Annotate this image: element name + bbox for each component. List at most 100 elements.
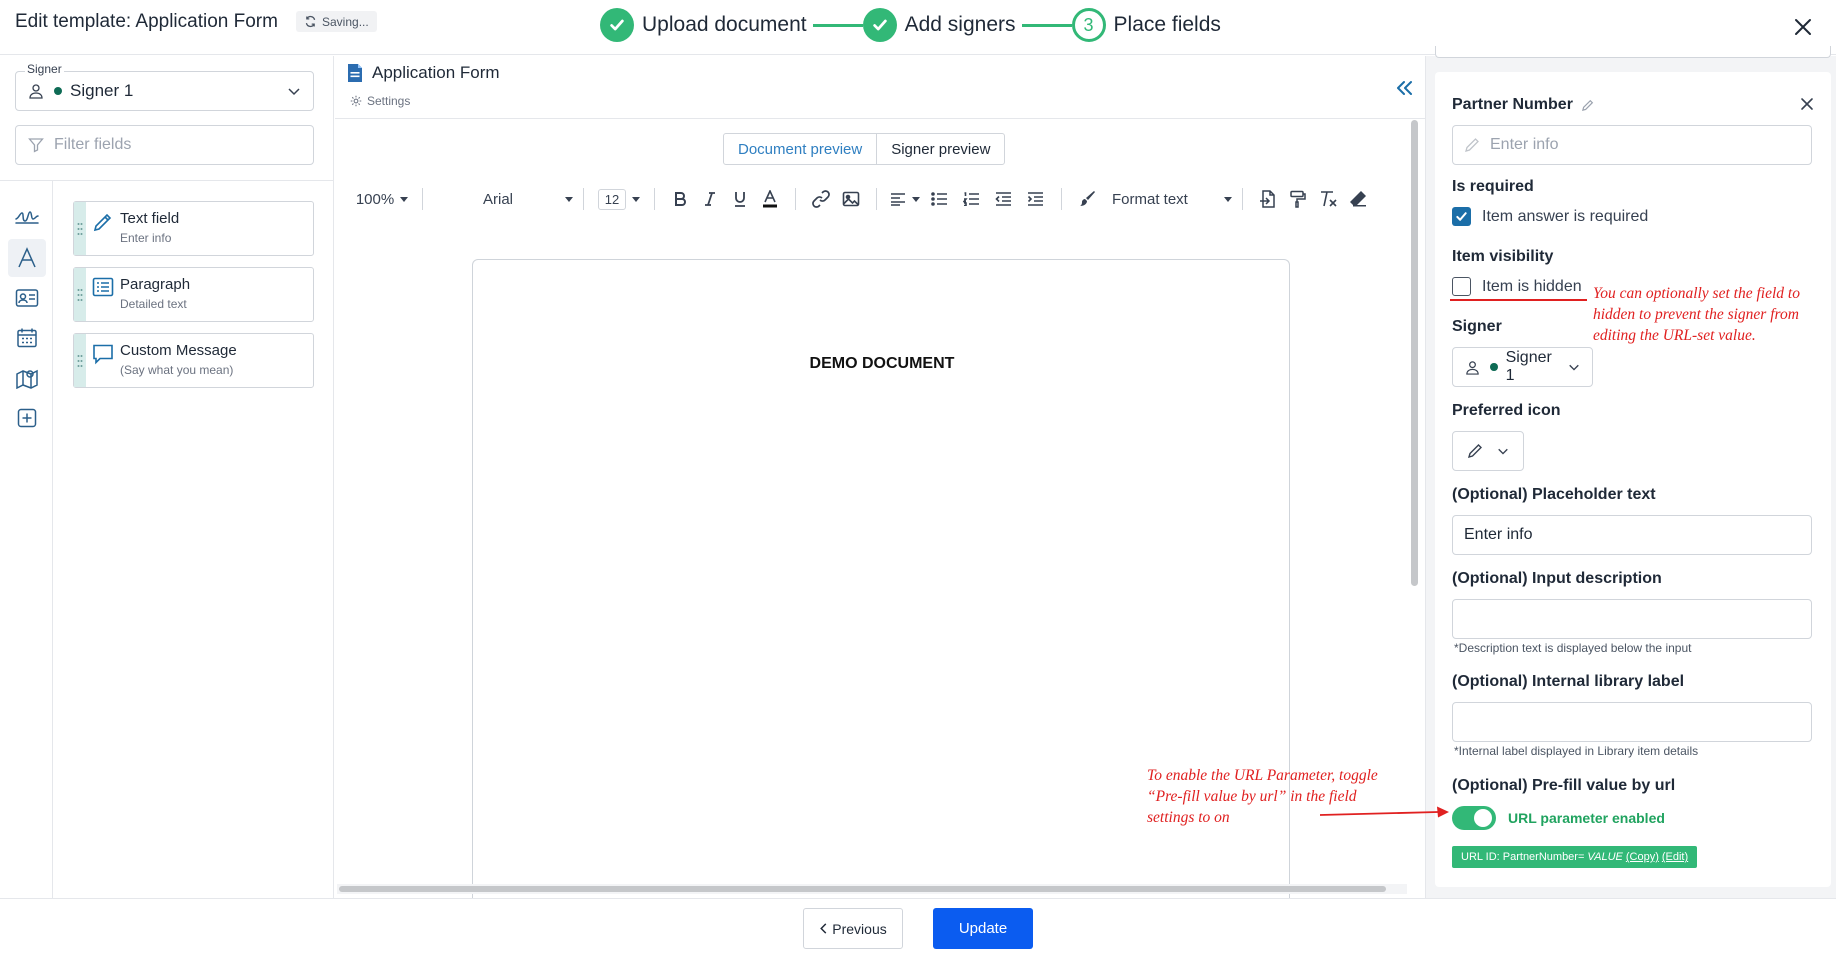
filter-fields-input[interactable]: [54, 136, 294, 154]
checkbox-unchecked-icon[interactable]: [1452, 277, 1471, 296]
step-number-badge: 3: [1071, 8, 1106, 42]
field-description: Enter info: [120, 231, 172, 245]
font-family-select[interactable]: Arial: [433, 185, 573, 213]
settings-link[interactable]: Settings: [350, 94, 410, 108]
paint-roller-icon[interactable]: [1283, 185, 1313, 213]
paragraph-icon: [86, 268, 120, 321]
saving-label: Saving...: [322, 14, 369, 29]
form-title-text: Application Form: [372, 63, 500, 82]
edit-url-link[interactable]: (Edit): [1662, 851, 1688, 863]
scrollbar-thumb[interactable]: [339, 886, 1386, 892]
calendar-icon[interactable]: [8, 319, 46, 357]
check-icon: [600, 8, 634, 42]
export-icon[interactable]: [1253, 185, 1283, 213]
drag-handle-icon[interactable]: [74, 202, 86, 255]
toolbar-separator: [583, 188, 584, 210]
field-signer-select[interactable]: Signer 1: [1452, 347, 1593, 387]
input-description-input[interactable]: [1452, 599, 1812, 639]
add-icon[interactable]: [8, 399, 46, 437]
url-id-badge: URL ID: PartnerNumber= VALUE (Copy) (Edit…: [1452, 846, 1698, 868]
collapse-panel-icon[interactable]: [1394, 78, 1414, 98]
clear-format-icon[interactable]: [1313, 185, 1343, 213]
edit-pencil-icon[interactable]: [1581, 99, 1594, 112]
hidden-checkbox-row[interactable]: Item is hidden: [1452, 277, 1582, 296]
indent-icon[interactable]: [1019, 185, 1051, 213]
link-icon[interactable]: [806, 185, 836, 213]
horizontal-scrollbar[interactable]: [337, 884, 1407, 894]
field-item-text-field[interactable]: Text field Enter info: [73, 201, 314, 256]
field-item-custom-message[interactable]: Custom Message (Say what you mean): [73, 333, 314, 388]
internal-library-heading: (Optional) Internal library label: [1452, 673, 1685, 690]
outdent-icon[interactable]: [987, 185, 1019, 213]
field-description: (Say what you mean): [120, 363, 234, 377]
contact-card-icon[interactable]: [8, 279, 46, 317]
drag-handle-icon[interactable]: [74, 268, 86, 321]
signer-select[interactable]: Signer 1: [15, 71, 314, 111]
required-checkbox-row[interactable]: Item answer is required: [1452, 207, 1648, 226]
input-description-note: *Description text is displayed below the…: [1454, 641, 1692, 655]
url-parameter-toggle[interactable]: [1452, 806, 1496, 830]
format-text-select[interactable]: Format text: [1102, 185, 1232, 213]
close-icon[interactable]: [1790, 14, 1816, 40]
update-button[interactable]: Update: [933, 908, 1033, 949]
placeholder-heading: (Optional) Placeholder text: [1452, 486, 1656, 503]
saving-status-badge: Saving...: [296, 11, 377, 32]
bold-icon[interactable]: [665, 185, 695, 213]
caret-icon: [1224, 196, 1232, 202]
eraser-icon[interactable]: [1343, 185, 1373, 213]
font-family-value: Arial: [482, 190, 513, 208]
underline-icon[interactable]: [725, 185, 755, 213]
zoom-select[interactable]: 100%: [352, 185, 412, 213]
filter-fields-box[interactable]: [15, 125, 314, 165]
editor-toolbar: 100% Arial 12 Format text: [352, 182, 1412, 216]
zoom-value: 100%: [355, 190, 395, 208]
step-upload-document[interactable]: Upload document: [642, 13, 807, 37]
toolbar-separator: [795, 188, 796, 210]
preview-mode-toggle: Document preview Signer preview: [723, 133, 1006, 165]
tab-signer-preview[interactable]: Signer preview: [877, 134, 1004, 164]
caret-icon: [912, 196, 920, 202]
previous-button[interactable]: Previous: [803, 908, 903, 949]
close-icon[interactable]: [1800, 97, 1814, 111]
item-visibility-heading: Item visibility: [1452, 248, 1554, 265]
numbered-list-icon[interactable]: [955, 185, 987, 213]
caret-icon: [400, 196, 409, 202]
text-color-icon[interactable]: [755, 185, 785, 213]
text-icon[interactable]: [8, 239, 46, 277]
hidden-label: Item is hidden: [1482, 277, 1582, 295]
bulleted-list-icon[interactable]: [923, 185, 955, 213]
signature-icon[interactable]: [8, 197, 46, 235]
step-place-fields[interactable]: Place fields: [1114, 13, 1221, 37]
field-name: Text field: [120, 210, 180, 227]
toolbar-separator: [1061, 188, 1062, 210]
chevron-down-icon: [287, 84, 301, 98]
step-add-signers[interactable]: Add signers: [905, 13, 1016, 37]
gear-icon: [350, 95, 362, 107]
tab-document-preview[interactable]: Document preview: [724, 134, 878, 164]
checkbox-checked-icon[interactable]: [1452, 207, 1471, 226]
enter-info-input[interactable]: Enter info: [1452, 125, 1812, 165]
chevron-down-icon: [1497, 445, 1509, 457]
scrollbar-thumb[interactable]: [1411, 120, 1418, 586]
field-category-rail: [0, 181, 53, 898]
field-signer-value: Signer 1: [1505, 349, 1552, 384]
font-size-select[interactable]: 12: [594, 185, 644, 213]
internal-library-input[interactable]: [1452, 702, 1812, 742]
is-required-heading: Is required: [1452, 178, 1534, 195]
format-brush-icon[interactable]: [1072, 185, 1102, 213]
placeholder-text-input[interactable]: Enter info: [1452, 515, 1812, 555]
drag-handle-icon[interactable]: [74, 334, 86, 387]
field-item-paragraph[interactable]: Paragraph Detailed text: [73, 267, 314, 322]
chevron-left-icon: [820, 923, 827, 934]
check-icon: [862, 8, 897, 42]
internal-library-note: *Internal label displayed in Library ite…: [1454, 744, 1699, 758]
italic-icon[interactable]: [695, 185, 725, 213]
copy-url-link[interactable]: (Copy): [1626, 851, 1659, 863]
preferred-icon-select[interactable]: [1452, 431, 1524, 471]
toolbar-separator: [876, 188, 877, 210]
format-text-label: Format text: [1112, 190, 1188, 208]
annotation-hidden-note: You can optionally set the field to hidd…: [1593, 285, 1800, 344]
align-icon[interactable]: [887, 185, 923, 213]
image-icon[interactable]: [836, 185, 866, 213]
map-icon[interactable]: [8, 359, 46, 397]
